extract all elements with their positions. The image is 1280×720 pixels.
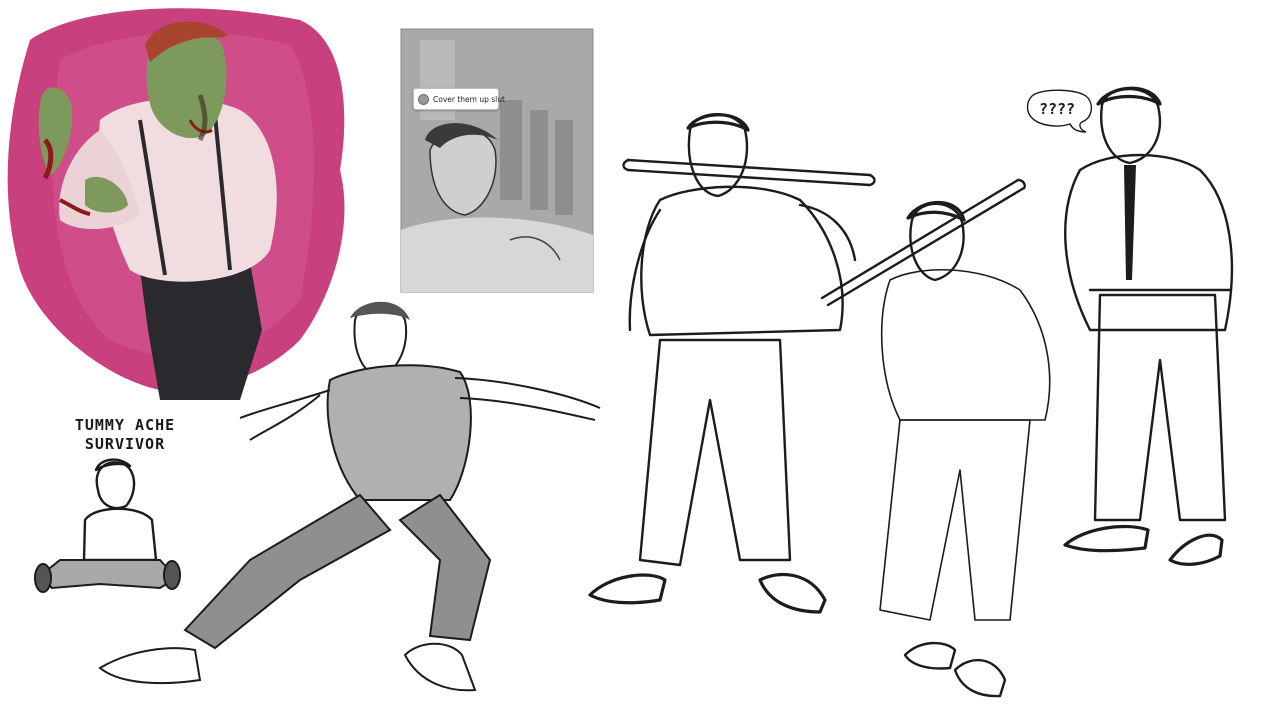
standing-figure-with-bat <box>588 113 876 614</box>
caption-line-2: SURVIVOR <box>84 435 166 453</box>
comment-bubble: Cover them up slut <box>413 88 505 110</box>
walking-figure-with-bat <box>820 178 1051 698</box>
tummy-ache-survivor-figure <box>34 458 181 593</box>
avatar-icon <box>418 93 429 105</box>
painted-character-illustration <box>7 8 345 400</box>
comment-text: Cover them up slut <box>433 94 505 104</box>
question-speech-bubble: ???? <box>1026 93 1092 125</box>
suited-figure-with-tie <box>1063 86 1234 566</box>
question-marks-text: ???? <box>1038 100 1076 118</box>
greyscale-sketch-panel <box>400 28 594 293</box>
caption-line-1: TUMMY ACHE <box>74 416 176 434</box>
tummy-ache-survivor-caption: TUMMY ACHE SURVIVOR <box>40 416 210 454</box>
